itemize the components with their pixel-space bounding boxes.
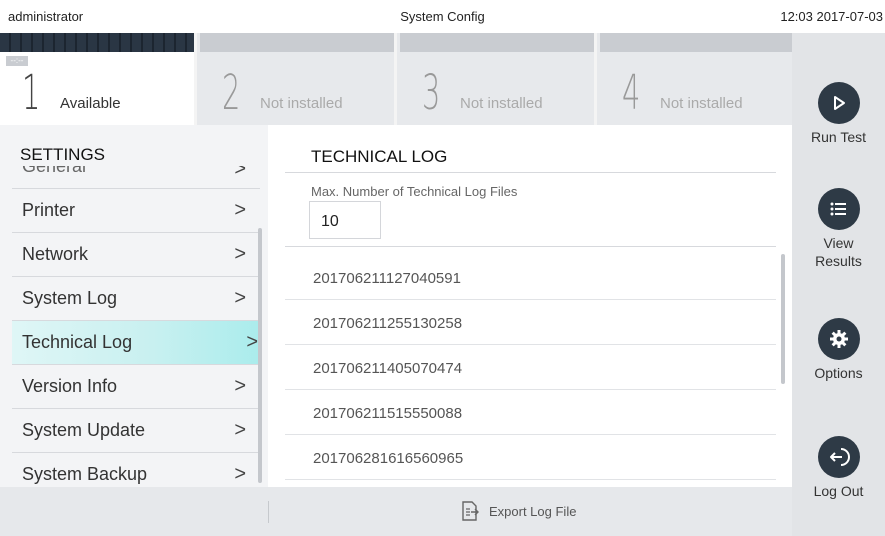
max-files-input[interactable]: 10 [309,201,381,239]
divider [285,246,776,247]
options-button[interactable]: Options [792,318,885,382]
clock: 12:03 2017-07-03 [780,9,883,24]
settings-item-label: System Backup [22,464,148,484]
chevron-right-icon: > [234,375,246,397]
page-title: TECHNICAL LOG [311,147,448,166]
settings-item-label: System Log [22,288,118,308]
log-file-row[interactable]: 201706211515550088 [285,390,776,435]
module-status-strip [200,33,394,52]
module-tabs: --:-- 1 Available 2 Not installed 3 Not … [0,33,792,125]
chevron-right-icon: > [246,331,258,353]
settings-item-label: Version Info [22,376,118,396]
settings-item-version-info[interactable]: Version Info > [12,365,260,409]
options-label: Options [814,365,863,381]
settings-scrollbar[interactable] [258,228,262,483]
gear-icon [817,318,860,360]
log-out-label: Log Out [813,483,864,499]
module-status-strip [0,33,194,52]
chevron-right-icon: > [234,463,246,485]
play-icon [817,82,860,124]
module-tab-2[interactable]: 2 Not installed [200,33,397,125]
settings-item-printer[interactable]: Printer > [12,189,260,233]
module-status-strip [400,33,594,52]
module-status-strip [600,33,792,52]
module-status: Not installed [660,95,743,112]
export-log-file-button[interactable]: Export Log File [461,501,576,521]
settings-menu: SETTINGS General > Printer > Network > S… [0,125,268,487]
divider [285,172,776,173]
settings-item-label: Printer [22,200,76,220]
action-sidebar: Run Test View Results Options Log Out [792,33,885,536]
view-results-button[interactable]: View Results [792,188,885,270]
log-file-row[interactable]: 201706211255130258 [285,300,776,345]
screen-title: System Config [400,9,485,24]
module-number: 3 [422,65,441,121]
settings-item-system-log[interactable]: System Log > [12,277,260,321]
view-label: View [823,235,854,251]
toolbar-divider [268,501,269,523]
export-icon [462,501,479,521]
list-icon [817,188,860,230]
export-log-file-label: Export Log File [489,503,577,519]
settings-item-network[interactable]: Network > [12,233,260,277]
chevron-right-icon: > [234,419,246,441]
settings-item-label: System Update [22,420,146,440]
chevron-right-icon: > [234,243,246,265]
module-number: 2 [222,65,241,121]
module-status: Not installed [460,95,543,112]
settings-list[interactable]: General > Printer > Network > System Log… [0,166,260,487]
chevron-right-icon: > [234,166,246,180]
chevron-right-icon: > [234,287,246,309]
bottom-toolbar: Export Log File [0,487,792,536]
settings-item-label: General [22,166,87,176]
settings-heading: SETTINGS [20,145,106,164]
log-file-row[interactable]: 201706211127040591 [285,255,776,300]
run-test-label: Run Test [811,129,866,145]
settings-item-technical-log[interactable]: Technical Log > [12,321,260,365]
status-bar: administrator System Config 12:03 2017-0… [0,0,885,33]
module-number: 4 [622,65,641,121]
results-label: Results [815,253,862,269]
settings-item-system-backup[interactable]: System Backup > [12,453,260,487]
module-status: Not installed [260,95,343,112]
module-tab-4[interactable]: 4 Not installed [600,33,792,125]
technical-log-panel: TECHNICAL LOG Max. Number of Technical L… [268,125,792,487]
module-tab-1[interactable]: --:-- 1 Available [0,33,197,125]
logout-icon [817,436,860,478]
log-file-list[interactable]: 201706211127040591 201706211255130258 20… [285,255,776,487]
module-tab-3[interactable]: 3 Not installed [400,33,597,125]
max-files-label: Max. Number of Technical Log Files [311,184,518,199]
settings-item-label: Technical Log [22,332,133,352]
log-list-scrollbar[interactable] [781,254,785,384]
module-number: 1 [22,65,41,121]
log-file-row[interactable]: 201706211405070474 [285,345,776,390]
settings-item-general[interactable]: General > [12,166,260,189]
settings-item-label: Network [22,244,89,264]
chevron-right-icon: > [234,199,246,221]
log-file-row[interactable]: 201706281616560965 [285,435,776,480]
log-out-button[interactable]: Log Out [792,436,885,500]
run-test-button[interactable]: Run Test [792,82,885,146]
module-status: Available [60,95,121,112]
log-file-row[interactable]: 201706291506510014 [285,480,776,487]
settings-item-system-update[interactable]: System Update > [12,409,260,453]
